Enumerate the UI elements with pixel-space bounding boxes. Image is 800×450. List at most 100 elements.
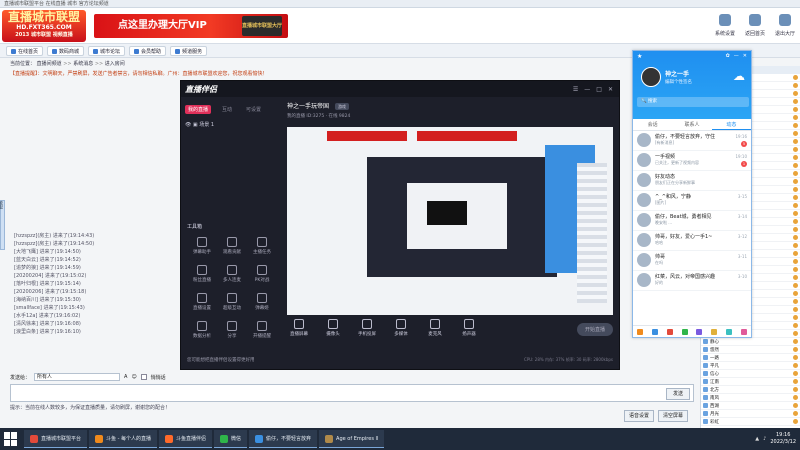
nav-mall[interactable]: 数码商城 xyxy=(47,45,85,56)
close-icon[interactable]: ✕ xyxy=(608,86,613,93)
taskbar-item[interactable]: Age of Empires II xyxy=(319,430,385,448)
tool-share[interactable]: 分享 xyxy=(217,321,247,339)
conversation-item[interactable]: 偷仔，Beat城，勇者相见 晚安啦 ... 3-14 xyxy=(633,211,751,231)
avatar[interactable] xyxy=(641,67,661,87)
start-live-button[interactable]: 开始直播 xyxy=(576,323,613,336)
network-icon[interactable]: ▲ xyxy=(755,436,759,442)
voice-settings-button[interactable]: 语音设置 xyxy=(624,410,654,422)
breadcrumb-system[interactable]: 系统消息 xyxy=(73,61,93,67)
conversation-item[interactable]: 帅哥，好友，爱心一手1~ 哈哈 3-12 xyxy=(633,231,751,251)
member-row[interactable]: 静心 xyxy=(701,338,800,346)
source-phone-button[interactable]: 手机投屏 xyxy=(355,319,379,337)
conversation-item[interactable]: 红菜，风云，对帝国感兴趣 好的 3-10 xyxy=(633,271,751,291)
minimize-icon[interactable]: — xyxy=(734,53,739,59)
side-collapse-handle[interactable]: 收起 xyxy=(0,200,5,250)
tool-super-interact[interactable]: 超级互动 xyxy=(217,293,247,311)
member-row[interactable]: 平凡 xyxy=(701,362,800,370)
emoji-icon[interactable]: ☺ xyxy=(131,374,136,380)
start-button[interactable] xyxy=(4,432,18,446)
source-media-button[interactable]: 多媒体 xyxy=(389,319,413,337)
nav-help[interactable]: 会员帮助 xyxy=(129,45,167,56)
member-row[interactable]: 北方 xyxy=(701,386,800,394)
app-icon[interactable] xyxy=(696,328,703,335)
home-button[interactable]: 返回首页 xyxy=(740,8,770,44)
member-row[interactable]: 信心 xyxy=(701,370,800,378)
tab-my-live[interactable]: 我的直播 xyxy=(185,105,212,114)
skin-icon[interactable]: ✿ xyxy=(726,53,730,59)
settings-tip[interactable]: 您可能想把直播伴侣设置得更好用 xyxy=(187,357,255,363)
private-checkbox[interactable] xyxy=(140,374,147,380)
star-icon[interactable]: ★ xyxy=(637,53,642,60)
scene-item[interactable]: 👁 ▣ 场景 1 xyxy=(185,121,214,128)
contacts-icon[interactable] xyxy=(652,328,659,335)
tab-contacts[interactable]: 联系人 xyxy=(672,119,711,130)
member-row[interactable]: 月光 xyxy=(701,410,800,418)
weather-icon[interactable]: ☁ xyxy=(733,69,745,83)
nav-home[interactable]: 在线首页 xyxy=(6,45,44,56)
settings-button[interactable]: 系统设置 xyxy=(710,8,740,44)
taskbar-item[interactable]: 斗鱼 - 每个人的直播 xyxy=(89,430,157,448)
exit-button[interactable]: 退出大厅 xyxy=(770,8,800,44)
tool-danmu-ji[interactable]: 弹幕姬 xyxy=(247,293,277,311)
tab-settings[interactable]: 可设置 xyxy=(243,105,264,114)
speaker-button[interactable]: 扬声器 xyxy=(457,319,481,337)
game-icon[interactable] xyxy=(681,328,688,335)
nav-forum[interactable]: 城市论坛 xyxy=(88,45,126,56)
tool-live-settings[interactable]: 直播设置 xyxy=(187,293,217,311)
source-screen-button[interactable]: 直播屏幕 xyxy=(287,319,311,337)
member-row[interactable]: 南风 xyxy=(701,394,800,402)
taskbar-item[interactable]: 偷仔，不要轻言放弃 xyxy=(249,430,318,448)
volume-icon[interactable]: ♪ xyxy=(763,436,766,442)
preview-canvas[interactable] xyxy=(287,127,613,315)
menu-icon[interactable] xyxy=(637,328,644,335)
tab-feed[interactable]: 动态 xyxy=(711,119,751,130)
close-icon[interactable]: ✕ xyxy=(743,53,747,59)
breadcrumb-channel[interactable]: 直播间频道 xyxy=(37,61,62,67)
tool-fans[interactable]: 粉丝直播 xyxy=(187,265,217,283)
tool-danmu[interactable]: 弹幕助手 xyxy=(187,237,217,255)
minimize-icon[interactable]: — xyxy=(584,86,590,93)
tool-contribution[interactable]: 观看贡献 xyxy=(217,237,247,255)
tool-task[interactable]: 主播任务 xyxy=(247,237,277,255)
messenger-signature[interactable]: 编辑个性签名 xyxy=(665,79,692,85)
messenger-search-input[interactable]: 🔍 搜索 xyxy=(637,97,749,107)
menu-icon[interactable]: ☰ xyxy=(573,86,578,93)
conversation-item[interactable]: 好友动态 朋友们正在分享新鲜事 xyxy=(633,171,751,191)
music-icon[interactable] xyxy=(740,328,747,335)
member-row[interactable]: 彩虹 xyxy=(701,418,800,426)
member-row[interactable]: 江南 xyxy=(701,378,800,386)
taskbar-item[interactable]: 直播城市联盟平台 xyxy=(24,430,88,448)
messenger-username[interactable]: 神之一手 xyxy=(665,69,689,78)
clear-screen-button[interactable]: 清空屏幕 xyxy=(658,410,688,422)
tool-data[interactable]: 数据分析 xyxy=(187,321,217,339)
tool-multi-mic[interactable]: 多人连麦 xyxy=(217,265,247,283)
member-row[interactable]: 悠然 xyxy=(701,346,800,354)
mail-icon[interactable] xyxy=(666,328,673,335)
conversation-item[interactable]: 偷仔，不要轻言放弃，守住 [有新消息] 19:16 5 xyxy=(633,131,751,151)
conversation-item[interactable]: 帅哥 在吗 3-11 xyxy=(633,251,751,271)
taskbar-item[interactable]: 斗鱼直播伴侣 xyxy=(159,430,213,448)
taskbar-item[interactable]: 微信 xyxy=(214,430,248,448)
font-icon[interactable]: A xyxy=(124,374,127,380)
nav-service[interactable]: 频道服务 xyxy=(170,45,208,56)
chat-input[interactable] xyxy=(10,384,694,402)
recipient-select[interactable]: 所有人 xyxy=(34,373,121,381)
source-camera-button[interactable]: 摄像头 xyxy=(321,319,345,337)
conversation-item[interactable]: ^_^和风，宁静 [图片] 3-15 xyxy=(633,191,751,211)
tab-conversations[interactable]: 会话 xyxy=(633,119,672,130)
site-logo[interactable]: 直播城市联盟 HD.FXT365.COM 2013 城市联盟 视频直播 xyxy=(2,10,86,42)
vip-banner[interactable]: 点这里办理大厅VIP 直播城市联盟大厅 xyxy=(94,14,288,38)
member-row[interactable]: 西湖 xyxy=(701,402,800,410)
cloud-icon[interactable] xyxy=(725,328,732,335)
tab-interact[interactable]: 互动 xyxy=(219,105,235,114)
member-row[interactable]: 一路 xyxy=(701,354,800,362)
folder-icon[interactable] xyxy=(711,328,718,335)
tool-pk[interactable]: PK对战 xyxy=(247,265,277,283)
clock[interactable]: 19:16 2022/3/12 xyxy=(770,432,796,446)
room-category-tag[interactable]: 游戏 xyxy=(334,103,349,110)
tool-reminder[interactable]: 开播提醒 xyxy=(247,321,277,339)
conversation-item[interactable]: 一手视频 已关注，更新了视频内容 19:10 1 xyxy=(633,151,751,171)
microphone-button[interactable]: 麦克风 xyxy=(423,319,447,337)
maximize-icon[interactable]: □ xyxy=(596,86,602,93)
send-button[interactable]: 发送 xyxy=(666,388,690,400)
